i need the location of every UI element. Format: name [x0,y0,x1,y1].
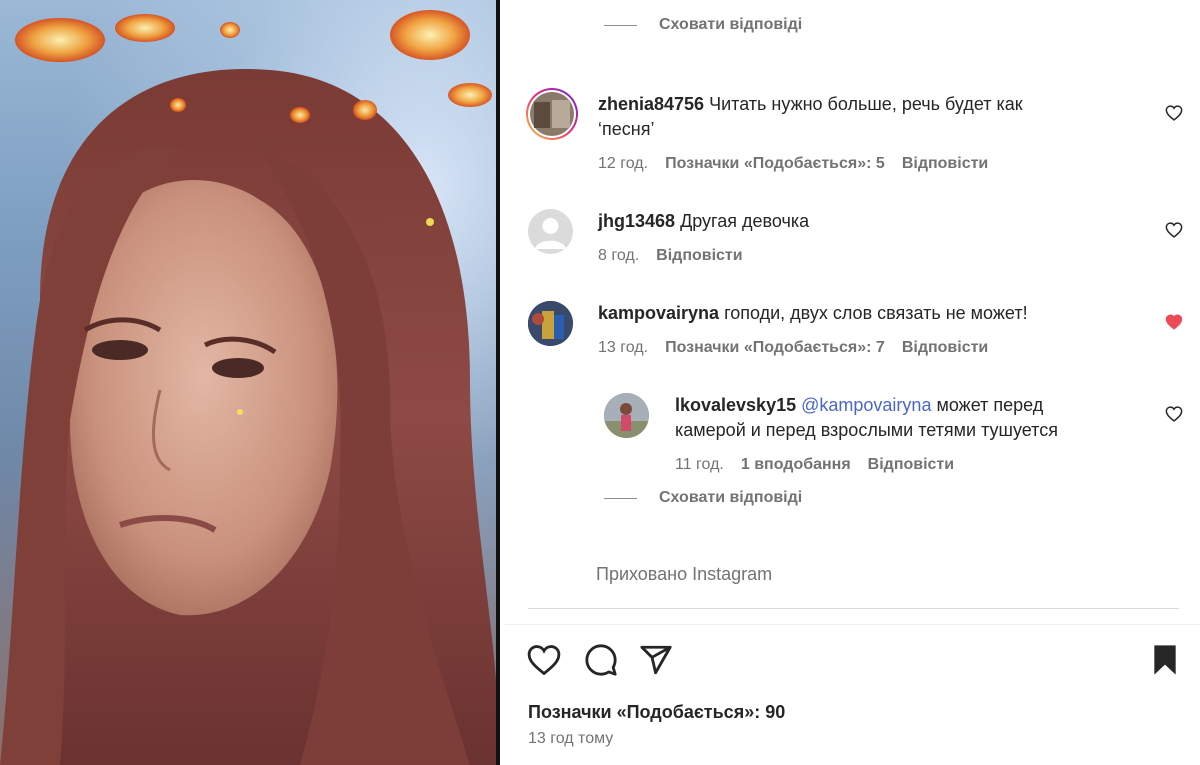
divider [505,624,1200,625]
comment-username[interactable]: jhg13468 [598,211,675,231]
comment-meta: 11 год. 1 вподобання Відповісти [675,456,954,474]
reply-button[interactable]: Відповісти [902,155,988,173]
hide-replies-button[interactable]: Сховати відповіді [604,16,802,34]
comment-likes-count[interactable]: Позначки «Подобається»: 7 [665,339,885,357]
comment-likes-count[interactable]: 1 вподобання [741,456,851,474]
reply-button[interactable]: Відповісти [868,456,954,474]
heart-icon[interactable] [1165,105,1183,121]
user-avatar[interactable] [528,301,573,346]
comment-body-line1: может перед [936,395,1044,415]
avatar-photo [604,393,649,438]
hide-replies-line [604,24,637,26]
comment-body-line1: Читать нужно больше, речь будет как [709,94,1023,114]
post-timestamp[interactable]: 13 год тому [528,730,613,748]
comment-text: lkovalevsky15 @kampovairyna может перед … [675,393,1145,443]
reply-button[interactable]: Відповісти [656,247,742,265]
comment-time[interactable]: 11 год. [675,456,724,474]
comment-time[interactable]: 8 год. [598,247,639,265]
comment-time[interactable]: 12 год. [598,155,648,173]
comment-time[interactable]: 13 год. [598,339,648,357]
comment-text: zhenia84756 Читать нужно больше, речь бу… [598,92,1118,142]
bookmark-icon[interactable] [1151,644,1179,676]
post-likes-count[interactable]: Позначки «Подобається»: 90 [528,702,785,723]
user-avatar[interactable] [604,393,649,438]
divider [528,608,1179,609]
hide-replies-label: Сховати відповіді [659,16,803,33]
mention-link[interactable]: @kampovairyna [801,395,931,415]
comment-text: jhg13468 Другая девочка [598,209,1118,234]
comment-username[interactable]: zhenia84756 [598,94,704,114]
hidden-by-instagram-link[interactable]: Приховано Instagram [596,564,772,585]
heart-icon[interactable] [1165,406,1183,422]
post-media[interactable] [0,0,500,765]
comment-likes-count[interactable]: Позначки «Подобається»: 5 [665,155,885,173]
comment-body-line2: ‘песня’ [598,119,655,139]
media-video-frame [0,10,500,765]
comment-meta: 13 год. Позначки «Подобається»: 7 Відпов… [598,339,988,357]
comment-body-line1: гоподи, двух слов связать не может! [724,303,1028,323]
hide-replies-button[interactable]: Сховати відповіді [604,489,802,507]
comment-meta: 12 год. Позначки «Подобається»: 5 Відпов… [598,155,988,173]
comment-username[interactable]: lkovalevsky15 [675,395,796,415]
comment-icon[interactable] [584,643,618,677]
heart-icon[interactable] [527,644,561,676]
media-edge [496,0,500,765]
comment-body-line1: Другая девочка [680,211,810,231]
avatar-photo [528,301,573,346]
user-avatar-story-ring[interactable] [526,88,578,140]
comments-panel: Сховати відповіді zhenia84756 Читать нуж… [505,0,1200,765]
comment-username[interactable]: kampovairyna [598,303,719,323]
reply-button[interactable]: Відповісти [902,339,988,357]
default-user-icon [535,218,566,249]
comment-body-line2: камерой и перед взрослыми тетями тушуетс… [675,420,1058,440]
share-icon[interactable] [639,643,673,677]
avatar-photo [530,92,574,136]
hide-replies-line [604,497,637,499]
comment-meta: 8 год. Відповісти [598,247,743,265]
heart-icon[interactable] [1165,222,1183,238]
hide-replies-label: Сховати відповіді [659,489,803,506]
user-avatar-default[interactable] [528,209,573,254]
heart-filled-icon[interactable] [1165,314,1183,330]
comment-text: kampovairyna гоподи, двух слов связать н… [598,301,1118,326]
